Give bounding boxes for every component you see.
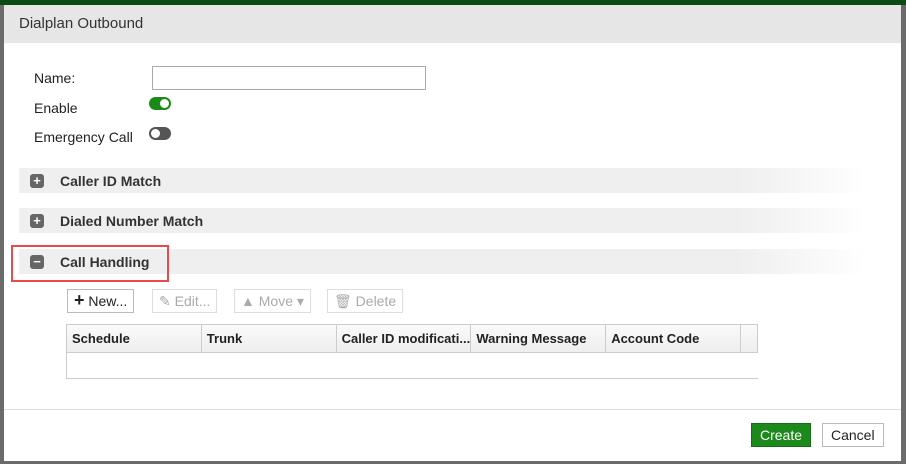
section-label: Dialed Number Match [60,213,204,229]
highlight-box [11,245,169,282]
trash-icon: 🗑 [334,293,352,309]
edit-icon: ✎ [159,293,171,309]
section-caller-id-match[interactable]: + Caller ID Match [19,168,865,193]
new-label: New... [88,293,128,309]
column-header[interactable]: Warning Message [471,325,607,352]
column-header[interactable]: Schedule [67,325,202,352]
plus-icon: + [74,290,85,310]
new-button[interactable]: + New... [67,289,135,313]
name-input[interactable] [152,66,426,90]
name-label: Name: [34,70,76,86]
table-header: Schedule Trunk Caller ID modificati... W… [67,325,758,353]
arrow-up-icon: ▲ [241,293,255,309]
chevron-down-icon: ▾ [296,293,304,309]
create-button[interactable]: Create [751,423,812,447]
column-header[interactable]: Trunk [202,325,337,352]
section-dialed-number-match[interactable]: + Dialed Number Match [19,208,865,233]
emergency-call-label: Emergency Call [34,129,133,145]
section-label: Caller ID Match [60,173,162,189]
delete-label: Delete [355,293,397,309]
cancel-button[interactable]: Cancel [822,423,884,447]
dialog-title: Dialplan Outbound [4,5,901,43]
enable-toggle[interactable] [149,97,171,110]
expand-plus-icon: + [30,174,44,188]
column-header-spacer [741,325,758,352]
column-header[interactable]: Caller ID modificati... [337,325,472,352]
delete-button[interactable]: 🗑 Delete [327,289,404,313]
footer-divider [4,409,901,410]
enable-label: Enable [34,100,78,116]
emergency-call-toggle[interactable] [149,127,171,140]
call-handling-table: Schedule Trunk Caller ID modificati... W… [66,324,758,379]
edit-button[interactable]: ✎ Edit... [152,289,218,313]
move-button[interactable]: ▲ Move ▾ [234,289,311,313]
dialplan-outbound-dialog: Dialplan Outbound Name: Enable Emergency… [4,5,901,461]
column-header[interactable]: Account Code [606,325,741,352]
edit-label: Edit... [174,293,211,309]
move-label: Move [258,293,293,309]
expand-plus-icon: + [30,214,44,228]
